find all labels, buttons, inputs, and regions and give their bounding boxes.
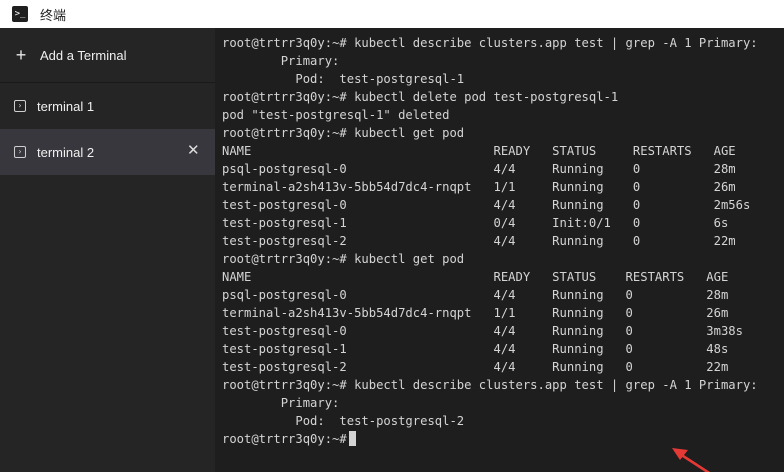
terminal-line: test-postgresql-0 4/4 Running 0 3m38s xyxy=(222,324,743,338)
title-bar: >_ 终端 xyxy=(0,0,784,28)
terminal-line: root@trtrr3q0y:~# kubectl get pod xyxy=(222,126,465,140)
plus-icon: + xyxy=(15,45,27,65)
terminal-line: test-postgresql-2 4/4 Running 0 22m xyxy=(222,360,729,374)
add-terminal-label: Add a Terminal xyxy=(40,47,127,63)
terminal-line: terminal-a2sh413v-5bb54d7dc4-rnqpt 1/1 R… xyxy=(222,306,729,320)
terminal-output[interactable]: root@trtrr3q0y:~# kubectl describe clust… xyxy=(215,28,784,472)
sidebar-item-label: terminal 2 xyxy=(37,144,95,160)
arrow-shaft xyxy=(678,452,711,472)
terminal-line: terminal-a2sh413v-5bb54d7dc4-rnqpt 1/1 R… xyxy=(222,180,736,194)
red-arrow-annotation xyxy=(672,448,711,472)
terminal-line: root@trtrr3q0y:~# kubectl get pod xyxy=(222,252,465,266)
terminal-icon: › xyxy=(14,100,26,112)
terminal-line: Pod: test-postgresql-1 xyxy=(222,72,465,86)
window-title: 终端 xyxy=(40,7,67,23)
terminal-line: psql-postgresql-0 4/4 Running 0 28m xyxy=(222,288,729,302)
terminal-line: NAME READY STATUS RESTARTS AGE xyxy=(222,270,729,284)
terminal-cursor xyxy=(348,431,356,446)
terminal-line: test-postgresql-1 0/4 Init:0/1 0 6s xyxy=(222,216,729,230)
terminal-line: pod "test-postgresql-1" deleted xyxy=(222,108,450,122)
terminal-line: root@trtrr3q0y:~# kubectl describe clust… xyxy=(222,378,758,392)
terminal-line: root@trtrr3q0y:~# kubectl describe clust… xyxy=(222,36,758,50)
add-terminal-button[interactable]: + Add a Terminal xyxy=(0,28,215,83)
terminal-line: psql-postgresql-0 4/4 Running 0 28m xyxy=(222,162,736,176)
terminal-line: root@trtrr3q0y:~# kubectl delete pod tes… xyxy=(222,90,619,104)
terminal-line: Primary: xyxy=(222,54,340,68)
sidebar-item-terminal-2[interactable]: › terminal 2 ✕ xyxy=(0,129,215,175)
close-icon[interactable]: ✕ xyxy=(187,143,200,158)
terminal-app-icon: >_ xyxy=(12,6,28,22)
terminal-lines: root@trtrr3q0y:~# kubectl describe clust… xyxy=(222,34,758,448)
terminal-line: test-postgresql-1 4/4 Running 0 48s xyxy=(222,342,729,356)
terminal-icon: › xyxy=(14,146,26,158)
sidebar-item-terminal-1[interactable]: › terminal 1 xyxy=(0,83,215,129)
terminal-line: Primary: xyxy=(222,396,340,410)
sidebar-item-label: terminal 1 xyxy=(37,98,95,114)
terminal-line: test-postgresql-0 4/4 Running 0 2m56s xyxy=(222,198,751,212)
terminal-prompt: root@trtrr3q0y:~# xyxy=(222,432,347,446)
sidebar: + Add a Terminal › terminal 1 › terminal… xyxy=(0,28,215,472)
terminal-line: Pod: test-postgresql-2 xyxy=(222,414,465,428)
terminal-line: test-postgresql-2 4/4 Running 0 22m xyxy=(222,234,736,248)
terminal-line: NAME READY STATUS RESTARTS AGE xyxy=(222,144,736,158)
